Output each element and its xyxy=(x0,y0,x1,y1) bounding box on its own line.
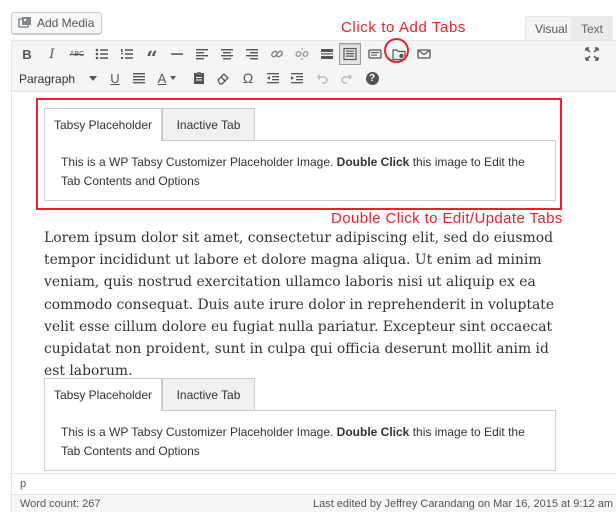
undo-icon xyxy=(317,74,328,84)
numbered-list-icon xyxy=(121,49,133,59)
tabsy-icon xyxy=(343,47,357,61)
insert-link-button[interactable] xyxy=(266,43,288,65)
fullscreen-button[interactable] xyxy=(581,43,603,65)
indent-button[interactable] xyxy=(286,67,308,89)
redo-icon xyxy=(341,74,352,84)
indent-icon xyxy=(291,73,303,84)
horizontal-line-icon xyxy=(171,53,183,55)
align-left-button[interactable] xyxy=(191,43,213,65)
add-media-label: Add Media xyxy=(37,16,95,30)
read-more-icon xyxy=(321,49,333,59)
bulleted-list-icon xyxy=(95,48,108,60)
align-center-icon xyxy=(221,49,233,60)
status-bar: p Word count: 267 Last edited by Jeffrey… xyxy=(11,473,616,512)
add-media-button[interactable]: Add Media xyxy=(11,12,103,34)
bold-button[interactable]: B xyxy=(16,43,38,65)
bulleted-list-button[interactable] xyxy=(91,43,113,65)
tab-panel-icon xyxy=(368,49,382,59)
align-left-icon xyxy=(196,49,208,60)
annotation-add-tabs: Click to Add Tabs xyxy=(341,19,466,36)
strikethrough-button[interactable]: ABC xyxy=(66,43,88,65)
format-select-value: Paragraph xyxy=(19,71,76,86)
clear-formatting-button[interactable] xyxy=(212,67,234,89)
body-paragraph[interactable]: Lorem ipsum dolor sit amet, consectetur … xyxy=(44,227,569,382)
annotation-circle xyxy=(384,38,409,63)
justify-icon xyxy=(133,73,145,84)
remove-link-button[interactable] xyxy=(291,43,313,65)
outdent-button[interactable] xyxy=(262,67,284,89)
tabsy-tab-active[interactable]: Tabsy Placeholder xyxy=(44,108,162,141)
tabsy-tab-inactive[interactable]: Inactive Tab xyxy=(162,378,255,410)
fullscreen-icon xyxy=(585,47,599,61)
eraser-icon xyxy=(217,73,229,85)
tabsy-placeholder-button[interactable] xyxy=(339,43,361,65)
numbered-list-button[interactable] xyxy=(116,43,138,65)
tabsy-panel-bold: Double Click xyxy=(336,425,410,439)
toolbar-row-2: Paragraph U A Ω ? xyxy=(12,67,616,91)
tabsy-tab-active[interactable]: Tabsy Placeholder xyxy=(44,378,162,411)
word-count: Word count: 267 xyxy=(20,498,101,510)
tabsy-panel-text: This is a WP Tabsy Customizer Placeholde… xyxy=(61,425,337,439)
help-button[interactable]: ? xyxy=(361,67,383,89)
blockquote-button[interactable]: “ xyxy=(141,43,163,70)
annotation-edit-tabs: Double Click to Edit/Update Tabs xyxy=(331,210,563,227)
tab-text[interactable]: Text xyxy=(571,16,614,41)
special-character-button[interactable]: Ω xyxy=(237,67,259,89)
format-select[interactable]: Paragraph xyxy=(16,68,99,89)
unlink-icon xyxy=(295,48,309,60)
tabsy-placeholder[interactable]: Tabsy Placeholder Inactive Tab This is a… xyxy=(44,378,556,471)
tabsy-panel: This is a WP Tabsy Customizer Placeholde… xyxy=(44,410,556,471)
clipboard-icon xyxy=(194,72,204,84)
align-right-icon xyxy=(246,49,258,60)
blockquote-icon: “ xyxy=(146,46,158,70)
tabsy-tab-list: Tabsy Placeholder Inactive Tab xyxy=(44,378,556,411)
toolbar-row-1: B I ABC “ xyxy=(12,43,616,70)
align-right-button[interactable] xyxy=(241,43,263,65)
mail-icon xyxy=(417,49,431,59)
help-icon: ? xyxy=(365,71,379,85)
justify-button[interactable] xyxy=(128,67,150,89)
last-edited: Last edited by Jeffrey Carandang on Mar … xyxy=(312,498,613,510)
underline-button[interactable]: U xyxy=(104,67,126,89)
outdent-icon xyxy=(267,73,279,84)
chevron-down-icon xyxy=(170,76,177,80)
paste-text-button[interactable] xyxy=(188,67,210,89)
horizontal-line-button[interactable] xyxy=(166,43,188,65)
text-color-button[interactable]: A xyxy=(153,67,181,89)
read-more-button[interactable] xyxy=(316,43,338,65)
editor-toolbar: B I ABC “ Paragraph U A Ω ? xyxy=(11,40,616,92)
redo-button[interactable] xyxy=(336,67,358,89)
italic-button[interactable]: I xyxy=(41,43,63,65)
editor-footer: Word count: 267 Last edited by Jeffrey C… xyxy=(12,494,616,512)
undo-button[interactable] xyxy=(311,67,333,89)
text-color-label: A xyxy=(157,70,167,86)
chevron-down-icon xyxy=(89,76,97,81)
tab-visual[interactable]: Visual xyxy=(525,16,578,41)
add-tab-button[interactable] xyxy=(364,43,386,65)
mail-button[interactable] xyxy=(413,43,435,65)
link-icon xyxy=(271,50,283,58)
element-path[interactable]: p xyxy=(20,478,26,490)
media-icon xyxy=(18,17,31,28)
align-center-button[interactable] xyxy=(216,43,238,65)
editor-top-bar: Add Media Visual Text xyxy=(0,0,616,41)
